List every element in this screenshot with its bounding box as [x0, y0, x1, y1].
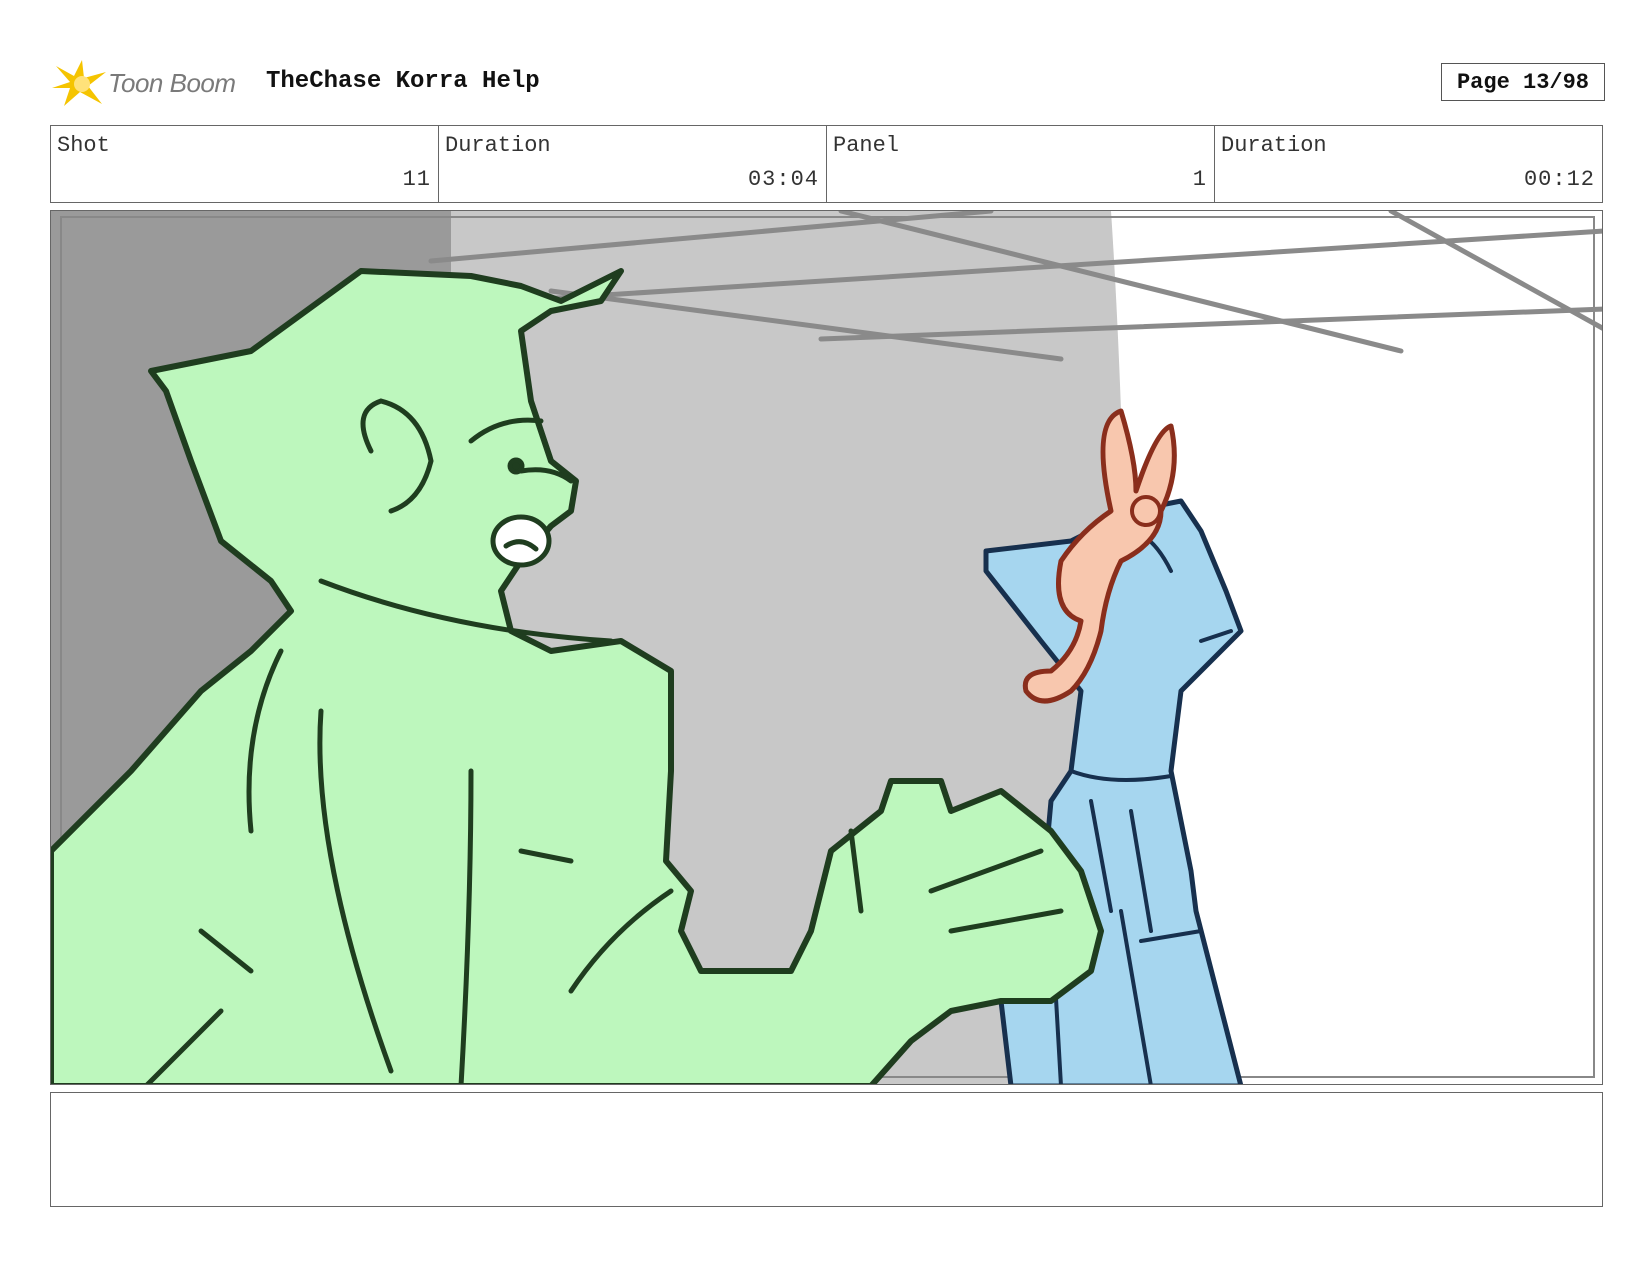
panel-value: 1 — [1192, 167, 1207, 192]
shot-duration-label: Duration — [445, 133, 551, 158]
shot-label: Shot — [57, 133, 110, 158]
storyboard-panel-image — [50, 210, 1603, 1085]
project-title: TheChase Korra Help — [266, 68, 540, 95]
panel-duration-cell: Duration 00:12 — [1215, 126, 1602, 202]
panel-duration-value: 00:12 — [1523, 167, 1595, 192]
toon-boom-logo: Toon Boom — [52, 58, 252, 108]
panel-cell: Panel 1 — [827, 126, 1215, 202]
panel-notes-box[interactable] — [50, 1092, 1603, 1207]
shot-duration-cell: Duration 03:04 — [439, 126, 827, 202]
page-indicator: Page 13/98 — [1441, 63, 1605, 101]
storyboard-header: Toon Boom TheChase Korra Help Page 13/98 — [52, 58, 1605, 108]
shot-value: 11 — [402, 167, 431, 192]
shot-cell: Shot 11 — [51, 126, 439, 202]
logo-text: Toon Boom — [108, 68, 236, 98]
shot-duration-value: 03:04 — [747, 167, 819, 192]
panel-drawing — [51, 211, 1602, 1084]
panel-label: Panel — [833, 133, 900, 158]
panel-duration-label: Duration — [1221, 133, 1327, 158]
toon-boom-star-icon — [52, 60, 106, 106]
shot-info-row: Shot 11 Duration 03:04 Panel 1 Duration … — [50, 125, 1603, 203]
